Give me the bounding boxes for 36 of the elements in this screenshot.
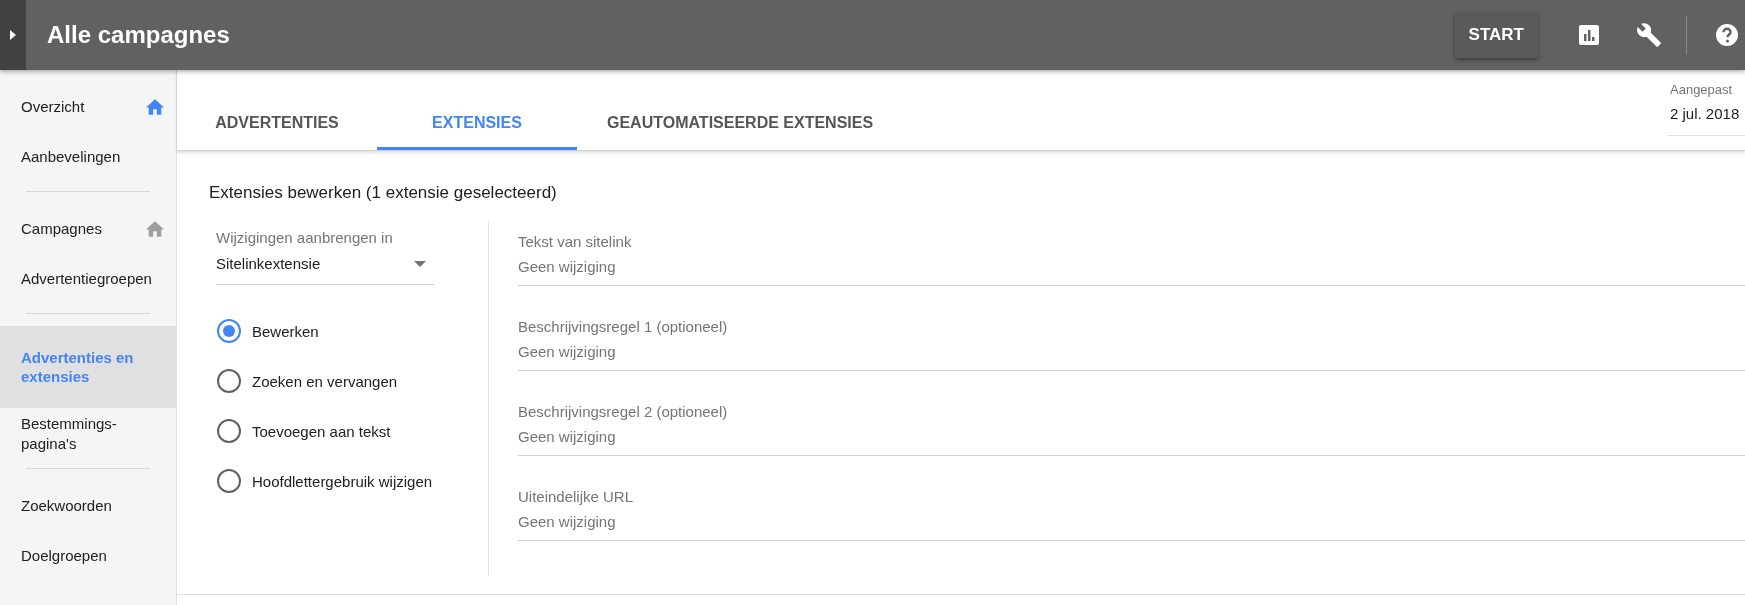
field-label: Tekst van sitelink — [518, 233, 633, 250]
field-label: Beschrijvingsregel 1 (optioneel) — [518, 318, 729, 335]
radio-label[interactable]: Bewerken — [252, 322, 319, 340]
sidebar-item[interactable]: Advertentiegroepen — [0, 254, 176, 304]
sidebar-item[interactable]: Overzicht — [0, 82, 176, 132]
sidebar-item[interactable]: Bestemmings-pagina's — [0, 408, 176, 459]
start-button[interactable]: START — [1454, 12, 1538, 58]
caret-icon — [9, 29, 17, 41]
input-field[interactable]: Geen wijziging — [518, 513, 1745, 541]
sidebar-item[interactable]: Aanbevelingen — [0, 132, 176, 182]
help-icon[interactable] — [1715, 23, 1739, 47]
radio-label[interactable]: Zoeken en vervangen — [252, 372, 398, 390]
page-title: Alle campagnes — [47, 21, 230, 49]
dropdown-caret-icon — [414, 260, 426, 267]
field-label: Beschrijvingsregel 2 (optioneel) — [518, 403, 729, 420]
date-field[interactable]: Aangepast 2 jul. 2018 — [1668, 70, 1745, 136]
input-field[interactable]: Geen wijziging — [518, 343, 1745, 371]
section-heading: Extensies bewerken (1 extensie geselecteerd) — [209, 183, 558, 203]
input-field[interactable]: Geen wijziging — [518, 428, 1745, 456]
sidebar-item[interactable]: Doelgroepen — [0, 531, 176, 581]
tab[interactable]: EXTENSIES — [377, 70, 577, 150]
radio-label[interactable]: Hoofdlettergebruik wijzigen — [252, 472, 433, 490]
tab[interactable]: ADVERTENTIES — [177, 70, 377, 150]
radio-button[interactable] — [217, 369, 241, 393]
wrench-icon[interactable] — [1636, 22, 1662, 48]
radio-button[interactable] — [217, 469, 241, 493]
radio-button[interactable] — [217, 419, 241, 443]
tab[interactable]: GEAUTOMATISEERDE EXTENSIES — [577, 70, 904, 150]
bar-chart-icon[interactable] — [1578, 24, 1600, 46]
sidebar-item[interactable]: Zoekwoorden — [0, 481, 176, 531]
dropdown-field[interactable]: Wijzigingen aanbrengen in Sitelinkextensie — [216, 229, 434, 285]
sidebar-item[interactable]: Campagnes — [0, 204, 176, 254]
field-label: Uiteindelijke URL — [518, 488, 635, 505]
radio-label[interactable]: Toevoegen aan tekst — [252, 422, 391, 440]
radio-button[interactable] — [217, 319, 241, 343]
input-field[interactable]: Geen wijziging — [518, 258, 1745, 286]
